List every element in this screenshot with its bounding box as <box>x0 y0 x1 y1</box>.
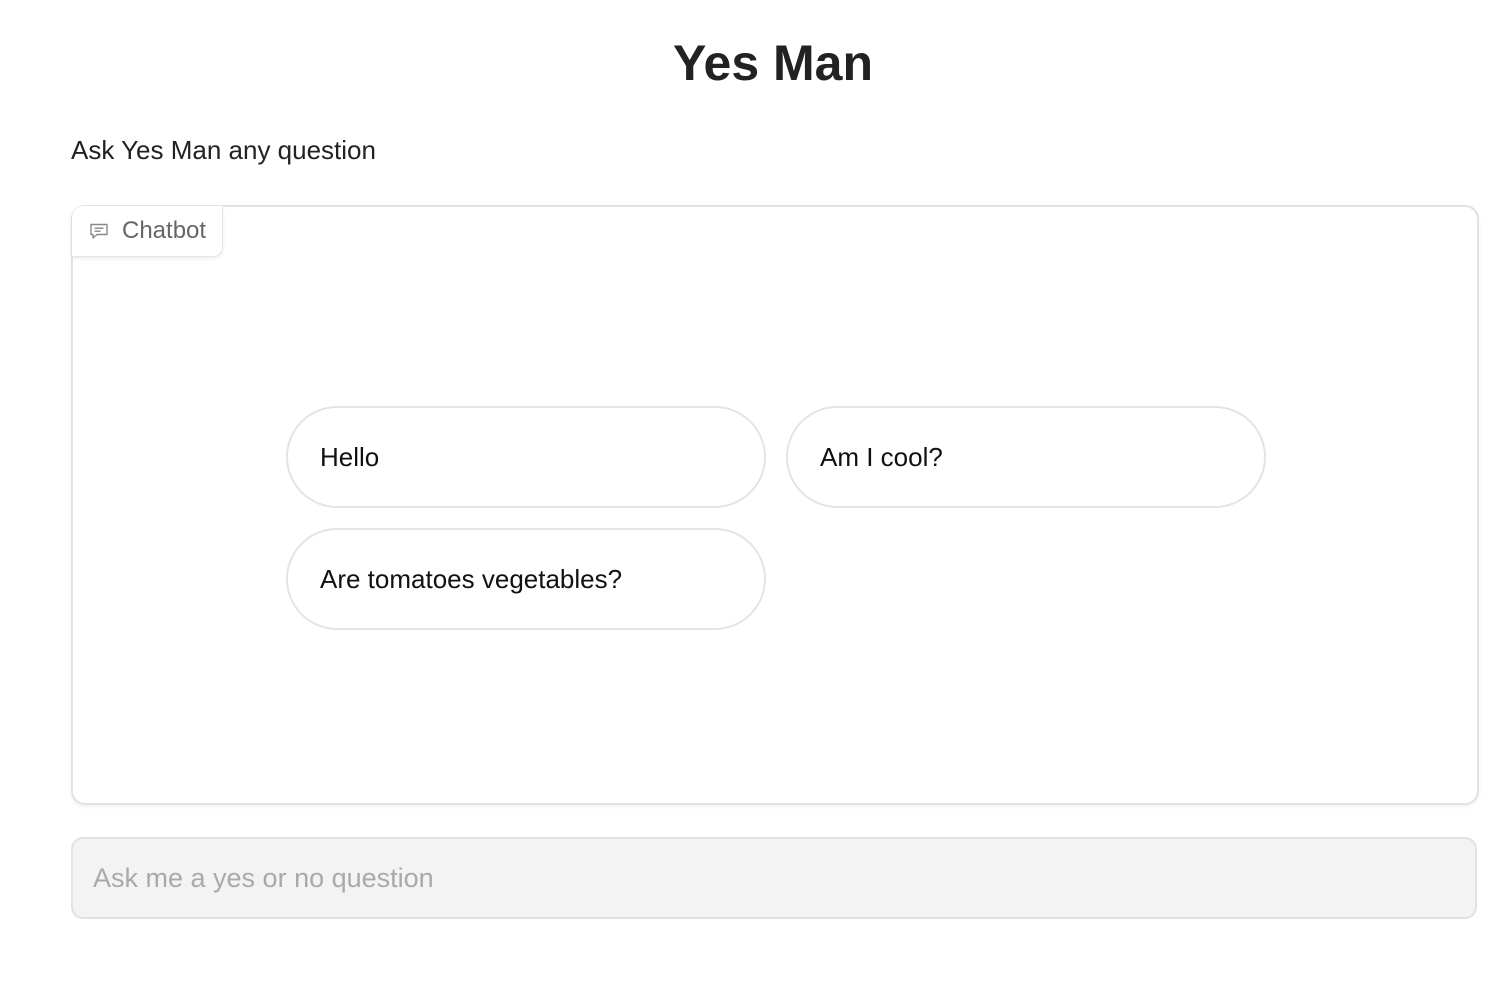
page: Yes Man Ask Yes Man any question Chatbot… <box>0 0 1512 988</box>
page-description: Ask Yes Man any question <box>71 135 376 165</box>
chatbot-panel: Chatbot Hello Am I cool? Are tomatoes ve… <box>71 205 1479 805</box>
page-title: Yes Man <box>672 35 874 91</box>
example-prompt-am-i-cool[interactable]: Am I cool? <box>786 406 1266 508</box>
question-input[interactable] <box>71 837 1477 919</box>
example-prompts: Hello Am I cool? Are tomatoes vegetables… <box>286 406 1266 630</box>
chatbot-label-tab: Chatbot <box>72 206 224 257</box>
example-prompt-hello[interactable]: Hello <box>286 406 766 508</box>
chat-bubble-icon <box>88 220 110 242</box>
chatbot-label: Chatbot <box>122 217 207 244</box>
example-prompt-tomatoes[interactable]: Are tomatoes vegetables? <box>286 528 766 630</box>
